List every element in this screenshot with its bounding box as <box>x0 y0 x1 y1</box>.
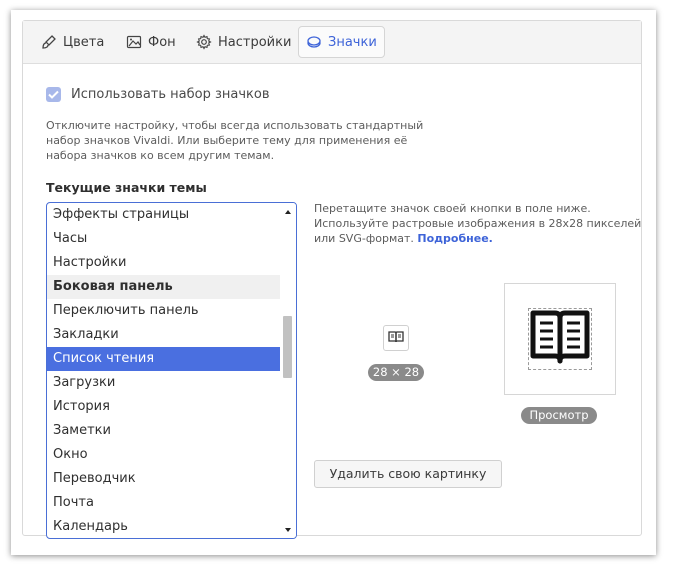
list-item[interactable]: История <box>47 395 280 419</box>
tab-bar: Цвета Фон Настройки Значки <box>23 21 641 64</box>
reading-list-preview-icon <box>530 309 590 369</box>
current-theme-icons-title: Текущие значки темы <box>46 180 207 195</box>
list-item[interactable]: Эффекты страницы <box>47 203 280 227</box>
list-item[interactable]: Настройки <box>47 251 280 275</box>
remove-custom-image-button[interactable]: Удалить свою картинку <box>314 460 502 488</box>
use-icon-set-checkbox[interactable] <box>46 87 61 102</box>
tab-colors-label: Цвета <box>63 34 105 50</box>
list-scrollbar[interactable] <box>280 203 296 538</box>
icon-preview-box <box>504 283 616 395</box>
reading-list-icon <box>388 329 404 348</box>
gear-icon <box>196 34 212 50</box>
icon-set-icon <box>306 34 322 50</box>
themes-panel: Цвета Фон Настройки Значки Использовать … <box>22 20 644 539</box>
list-group-header[interactable]: Боковая панель <box>47 275 280 299</box>
settings-window: Цвета Фон Настройки Значки Использовать … <box>11 10 656 555</box>
icon-drop-target[interactable] <box>383 325 409 351</box>
scroll-down-arrow-icon[interactable] <box>285 528 291 532</box>
tab-icons[interactable]: Значки <box>298 26 385 58</box>
list-item[interactable]: Список чтения <box>47 347 280 371</box>
more-info-link[interactable]: Подробнее. <box>417 232 492 245</box>
size-badge: 28 × 28 <box>368 364 424 381</box>
list-item[interactable]: Закладки <box>47 323 280 347</box>
preview-badge: Просмотр <box>521 407 597 424</box>
tab-icons-label: Значки <box>328 34 377 50</box>
scroll-thumb[interactable] <box>283 316 292 378</box>
brush-icon <box>41 34 57 50</box>
tab-settings[interactable]: Настройки <box>188 26 299 58</box>
tab-background[interactable]: Фон <box>118 26 184 58</box>
use-icon-set-label: Использовать набор значков <box>71 87 270 102</box>
image-icon <box>126 34 142 50</box>
theme-icons-list[interactable]: Эффекты страницы Часы Настройки Боковая пан… <box>46 202 297 539</box>
tab-settings-label: Настройки <box>218 34 292 50</box>
list-item[interactable]: Заметки <box>47 419 280 443</box>
list-item[interactable]: Почта <box>47 491 280 515</box>
list-item[interactable]: Календарь <box>47 515 280 538</box>
icon-preview-frame <box>528 308 592 370</box>
theme-icons-list-items: Эффекты страницы Часы Настройки Боковая пан… <box>47 203 280 538</box>
list-item[interactable]: Переключить панель <box>47 299 280 323</box>
list-item[interactable]: Переводчик <box>47 467 280 491</box>
tab-colors[interactable]: Цвета <box>33 26 112 58</box>
drop-hint: Перетащите значок своей кнопки в поле ни… <box>314 201 644 246</box>
tab-background-label: Фон <box>148 34 176 50</box>
list-item[interactable]: Окно <box>47 443 280 467</box>
use-icon-set-row[interactable]: Использовать набор значков <box>46 87 270 102</box>
list-item[interactable]: Загрузки <box>47 371 280 395</box>
scroll-up-arrow-icon[interactable] <box>285 210 291 214</box>
list-item[interactable]: Часы <box>47 227 280 251</box>
icon-set-description: Отключите настройку, чтобы всегда исполь… <box>46 119 424 162</box>
